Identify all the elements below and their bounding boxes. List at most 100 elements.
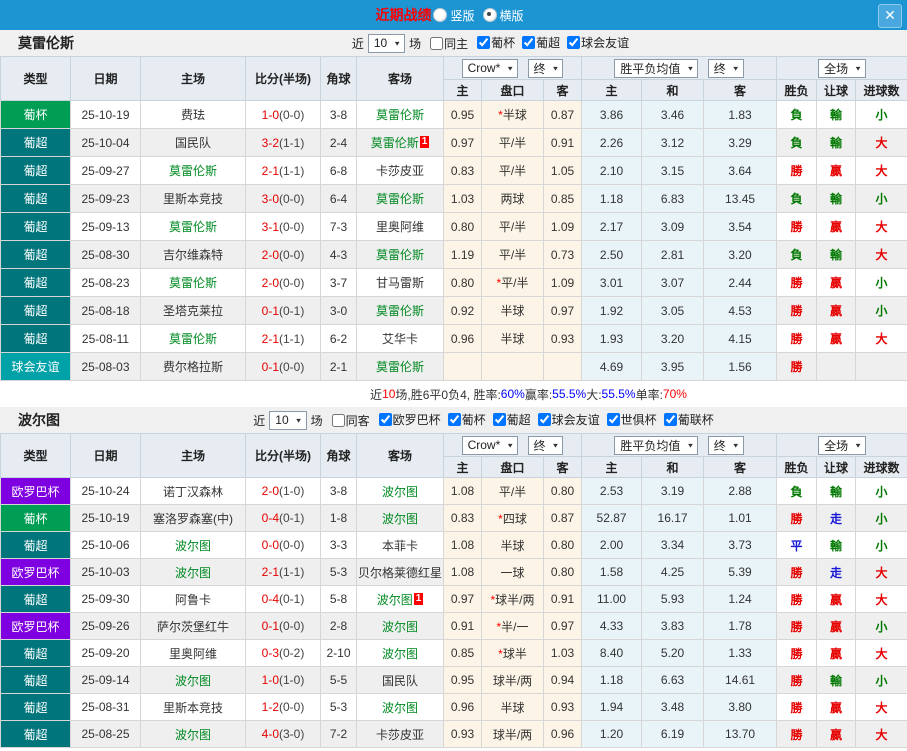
home-team: 塞洛罗森塞(中) <box>140 504 246 532</box>
date-value: 25-10-06 <box>81 538 130 552</box>
handicap-result-value: 輸 <box>830 108 843 122</box>
league-type-badge: 葡超 <box>0 720 71 748</box>
league-type-label: 葡超 <box>23 192 48 206</box>
scope-dropdown[interactable]: 全场 ▼ <box>818 435 866 455</box>
avg-home-value: 52.87 <box>596 511 627 525</box>
away-odds: 0.91 <box>542 585 583 613</box>
league-filter[interactable]: 葡超 <box>519 34 560 51</box>
league-checkbox[interactable] <box>567 36 581 49</box>
corner-score: 7-2 <box>320 720 357 748</box>
match-row: 球会友谊 25-08-03 费尔格拉斯 0-1(0-0) 2-1 莫雷伦斯 4.69 3.95… <box>0 352 907 381</box>
same-venue-checkbox[interactable] <box>331 413 345 427</box>
col-handicap: 让球 <box>816 79 857 101</box>
league-filter[interactable]: 世俱杯 <box>604 411 657 428</box>
avg-dropdown[interactable]: 胜平负均值 ▼ <box>614 58 699 78</box>
league-filter-label: 葡超 <box>506 413 531 427</box>
winloss-value: 負 <box>790 136 803 150</box>
chevron-down-icon: ▼ <box>393 39 402 47</box>
fulltime-score: 2-0 <box>261 484 279 498</box>
halftime-score: (0-1) <box>279 303 305 318</box>
league-checkbox[interactable] <box>447 413 461 426</box>
match-score: 0-1(0-0) <box>245 352 321 381</box>
match-score: 2-1(1-1) <box>245 324 321 353</box>
same-venue-filter[interactable]: 同主 <box>427 35 468 52</box>
bookmaker-value: Crow* <box>467 438 501 452</box>
match-date: 25-09-13 <box>70 212 141 241</box>
match-table-body: 葡杯 25-10-19 费珐 1-0(0-0) 3-8 莫雷伦斯 0.95 *半球 0.87 3.… <box>0 100 907 381</box>
avg-home-odds: 4.33 <box>581 612 643 640</box>
league-filter[interactable]: 球会友谊 <box>535 411 600 428</box>
handicap-value: 球半/两 <box>492 727 533 742</box>
avg-dropdown[interactable]: 胜平负均值 ▼ <box>614 435 699 455</box>
corner-score: 3-8 <box>320 100 357 129</box>
fulltime-score: 0-4 <box>261 511 279 525</box>
away-odds: 0.80 <box>542 558 583 586</box>
bookmaker-dropdown[interactable]: Crow* ▼ <box>461 435 519 455</box>
league-filter[interactable]: 欧罗巴杯 <box>376 411 441 428</box>
avg-away-odds: 1.01 <box>703 504 778 532</box>
odds-time-dropdown[interactable]: 终 ▼ <box>527 58 564 78</box>
league-filter[interactable]: 球会友谊 <box>564 34 629 51</box>
radio-button[interactable] <box>433 8 448 22</box>
match-score: 0-1(0-1) <box>245 296 321 325</box>
league-type-badge: 葡超 <box>0 156 71 185</box>
corner-score: 2-8 <box>320 612 357 640</box>
handicap-line <box>481 352 544 381</box>
league-filter-label: 葡联杯 <box>677 413 714 427</box>
away-team: 莫雷伦斯 <box>356 352 444 381</box>
odds-group-header: Crow* ▼ 终 ▼ <box>442 433 583 457</box>
league-filter[interactable]: 葡杯 <box>445 411 486 428</box>
league-filter[interactable]: 葡杯 <box>474 34 515 51</box>
league-checkbox[interactable] <box>378 413 392 426</box>
same-venue-checkbox[interactable] <box>430 36 444 50</box>
league-checkbox[interactable] <box>477 36 491 49</box>
league-checkbox[interactable] <box>537 413 551 426</box>
date-value: 25-09-14 <box>81 673 130 687</box>
league-checkbox[interactable] <box>492 413 506 426</box>
match-date: 25-08-11 <box>70 324 141 353</box>
avg-time-dropdown[interactable]: 终 ▼ <box>707 435 744 455</box>
league-filter[interactable]: 葡超 <box>490 411 531 428</box>
home-team-name: 里奥阿维 <box>168 646 217 661</box>
scope-dropdown[interactable]: 全场 ▼ <box>818 58 866 78</box>
avg-time-dropdown[interactable]: 终 ▼ <box>707 58 744 78</box>
league-type-label: 葡超 <box>23 248 48 262</box>
scope-value: 全场 <box>824 61 849 76</box>
avg-away-value: 3.29 <box>728 135 752 150</box>
radio-button[interactable] <box>482 8 497 22</box>
handicap-value: 平/半 <box>501 276 529 290</box>
league-type-badge: 葡超 <box>0 639 71 667</box>
col-avg-away: 客 <box>703 79 778 101</box>
corner-score: 2-10 <box>320 639 357 667</box>
close-button[interactable]: ✕ <box>878 4 902 28</box>
league-checkbox[interactable] <box>663 413 677 426</box>
avg-draw-value: 3.05 <box>660 303 685 318</box>
winloss-value: 勝 <box>790 646 803 661</box>
match-date: 25-08-31 <box>70 693 141 721</box>
odds-time-dropdown[interactable]: 终 ▼ <box>527 435 564 455</box>
corner-score: 2-1 <box>320 352 357 381</box>
bookmaker-dropdown[interactable]: Crow* ▼ <box>461 58 519 78</box>
team-name: 波尔图 <box>18 412 60 428</box>
avg-away-value: 1.83 <box>728 107 752 122</box>
league-checkbox[interactable] <box>522 36 536 49</box>
handicap-line: 平/半 <box>481 212 544 241</box>
section-header: 莫雷伦斯 近 10 ▼ 场 同主 葡杯 葡超 球会友谊 <box>0 30 907 56</box>
match-row: 葡超 25-10-04 国民队 3-2(1-1) 2-4 莫雷伦斯 1 0.97 平/半 0.91… <box>0 128 907 157</box>
winloss-result: 負 <box>776 128 818 157</box>
col-score: 比分(半场) <box>245 433 321 478</box>
date-value: 25-09-26 <box>81 619 130 633</box>
league-type-label: 欧罗巴杯 <box>11 619 60 634</box>
match-count-select[interactable]: 10 ▼ <box>269 410 307 430</box>
away-odds: 0.87 <box>542 504 583 532</box>
home-team-name: 里斯本竞技 <box>162 192 223 206</box>
halftime-score: (1-0) <box>279 673 305 687</box>
same-venue-filter[interactable]: 同客 <box>329 412 370 429</box>
avg-draw-odds: 3.07 <box>641 268 705 297</box>
corner-score: 5-3 <box>320 558 357 586</box>
bookmaker-value: Crow* <box>467 61 501 75</box>
league-checkbox[interactable] <box>606 413 620 426</box>
winloss-value: 勝 <box>790 304 803 318</box>
match-count-select[interactable]: 10 ▼ <box>367 33 406 53</box>
league-filter[interactable]: 葡联杯 <box>661 411 714 428</box>
